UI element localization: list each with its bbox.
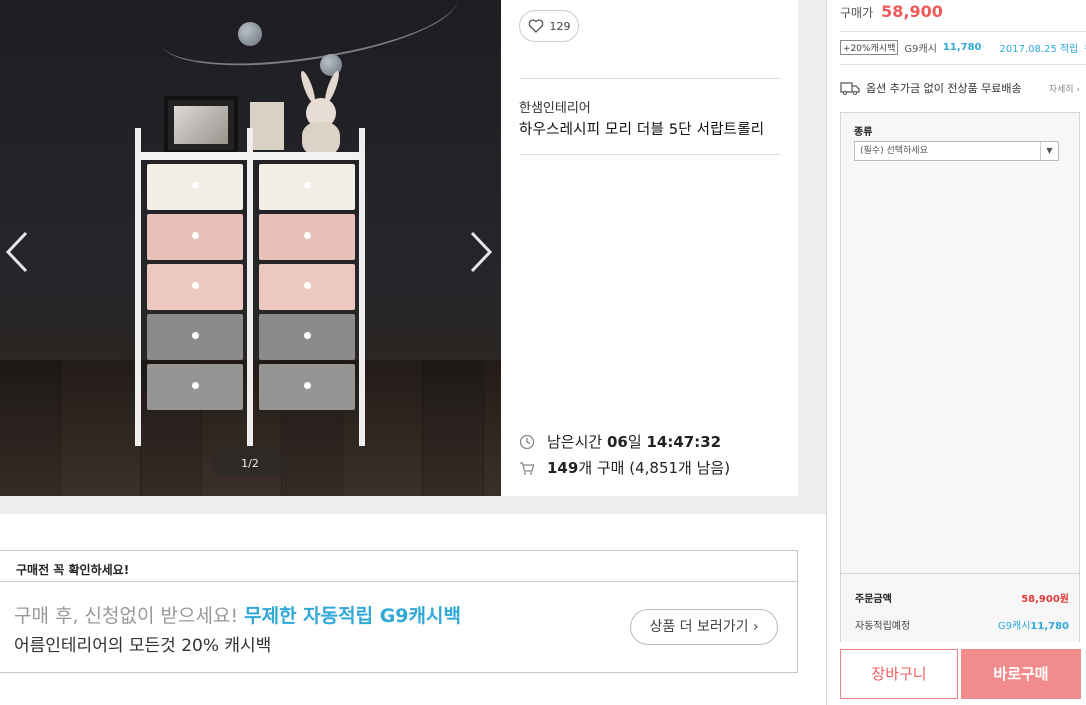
order-panel: 구매가 58,900 +20%캐시백 G9캐시 11,780 2017.08.2… — [827, 0, 1086, 705]
cash-label: G9캐시 — [904, 44, 937, 55]
chevron-left-icon — [5, 231, 28, 273]
photo-string-lights — [156, 0, 464, 76]
next-image-button[interactable] — [466, 230, 496, 280]
add-to-cart-button[interactable]: 장바구니 — [840, 649, 958, 699]
product-image[interactable]: 1/2 — [0, 0, 501, 496]
reward-label: 자동적립예정 — [855, 621, 911, 632]
cart-icon — [520, 461, 535, 475]
notice-line1-highlight: 무제한 자동적립 G9캐시백 — [244, 605, 461, 627]
time-clock: 14:47:32 — [646, 433, 722, 451]
notice-heading: 구매전 꼭 확인하세요! — [0, 551, 797, 582]
chevron-right-icon: › — [752, 619, 759, 635]
order-total-label: 주문금액 — [855, 594, 892, 605]
like-button[interactable]: 129 — [519, 10, 579, 42]
option-label: 종류 — [854, 127, 873, 138]
option-box: 종류 (필수) 선택하세요 ▼ 주문금액 58,900원 자동적립예정 G9캐시… — [840, 112, 1080, 642]
photo-drawer-cart — [135, 128, 365, 456]
purchase-count: 149개 구매 (4,851개 남음) — [519, 457, 730, 478]
cash-date: 2017.08.25 적립 — [999, 44, 1079, 55]
purchase-number: 149 — [547, 459, 579, 477]
prev-image-button[interactable] — [2, 230, 32, 280]
price-row: 구매가 58,900 — [840, 2, 943, 21]
divider — [519, 78, 781, 79]
order-summary: 주문금액 58,900원 자동적립예정 G9캐시11,780 — [841, 573, 1079, 642]
shipping-row: 옵션 추가금 없이 전상품 무료배송 자세히 › — [840, 80, 1080, 96]
option-select[interactable]: (필수) 선택하세요 ▼ — [854, 141, 1059, 161]
divider — [840, 31, 1086, 32]
truck-icon — [840, 82, 860, 95]
reward-prefix: G9캐시 — [997, 621, 1031, 632]
divider — [519, 154, 781, 155]
option-placeholder: (필수) 선택하세요 — [860, 146, 928, 156]
time-days: 06 — [606, 433, 628, 451]
dropdown-arrow-icon: ▼ — [1040, 142, 1058, 160]
cash-amount: 11,780 — [942, 42, 982, 53]
purchase-unit: 개 구매 — [578, 459, 625, 477]
image-pager: 1/2 — [212, 452, 288, 476]
product-title: 하우스레시피 모리 더블 5단 서랍트롤리 — [519, 122, 765, 138]
heart-icon — [528, 19, 543, 33]
time-remaining: 남은시간 06일 14:47:32 — [519, 431, 721, 452]
reward-amount: 11,780 — [1030, 621, 1069, 632]
remaining-stock: (4,851개 남음) — [629, 459, 731, 477]
brand-name[interactable]: 한샘인테리어 — [519, 97, 591, 116]
time-label: 남은시간 — [547, 433, 603, 451]
notice-line1-text: 구매 후, 신청없이 받으세요! — [14, 605, 245, 627]
time-days-unit: 일 — [627, 433, 642, 451]
shipping-text: 옵션 추가금 없이 전상품 무료배송 — [866, 82, 1022, 95]
shipping-detail-link[interactable]: 자세히 › — [1049, 82, 1080, 95]
divider — [840, 64, 1086, 65]
like-count: 129 — [549, 19, 571, 33]
order-total-value: 58,900원 — [1021, 594, 1069, 605]
notice-box: 구매전 꼭 확인하세요! 구매 후, 신청없이 받으세요! 무제한 자동적립 G… — [0, 550, 798, 673]
gray-gutter — [798, 0, 826, 514]
clock-icon — [519, 434, 535, 449]
notice-cashback-line: 구매 후, 신청없이 받으세요! 무제한 자동적립 G9캐시백 — [14, 601, 461, 628]
price-label: 구매가 — [840, 6, 874, 20]
cashback-row: +20%캐시백 G9캐시 11,780 2017.08.25 적립 › — [840, 40, 1086, 55]
order-total-row: 주문금액 58,900원 — [855, 590, 1069, 605]
buy-now-button[interactable]: 바로구매 — [961, 649, 1081, 699]
cashback-badge: +20%캐시백 — [840, 40, 899, 55]
chevron-right-icon — [470, 231, 493, 273]
more-products-label: 상품 더 보러가기 — [649, 619, 749, 635]
price-value: 58,900 — [881, 2, 943, 21]
reward-row: 자동적립예정 G9캐시11,780 — [855, 617, 1069, 632]
more-products-button[interactable]: 상품 더 보러가기 › — [630, 609, 778, 645]
photo-ball — [238, 22, 262, 46]
notice-line2: 어름인테리어의 모든것 20% 캐시백 — [14, 636, 272, 656]
gray-band — [0, 496, 826, 514]
product-info: 129 한샘인테리어 하우스레시피 모리 더블 5단 서랍트롤리 남은시간 06… — [501, 0, 798, 496]
